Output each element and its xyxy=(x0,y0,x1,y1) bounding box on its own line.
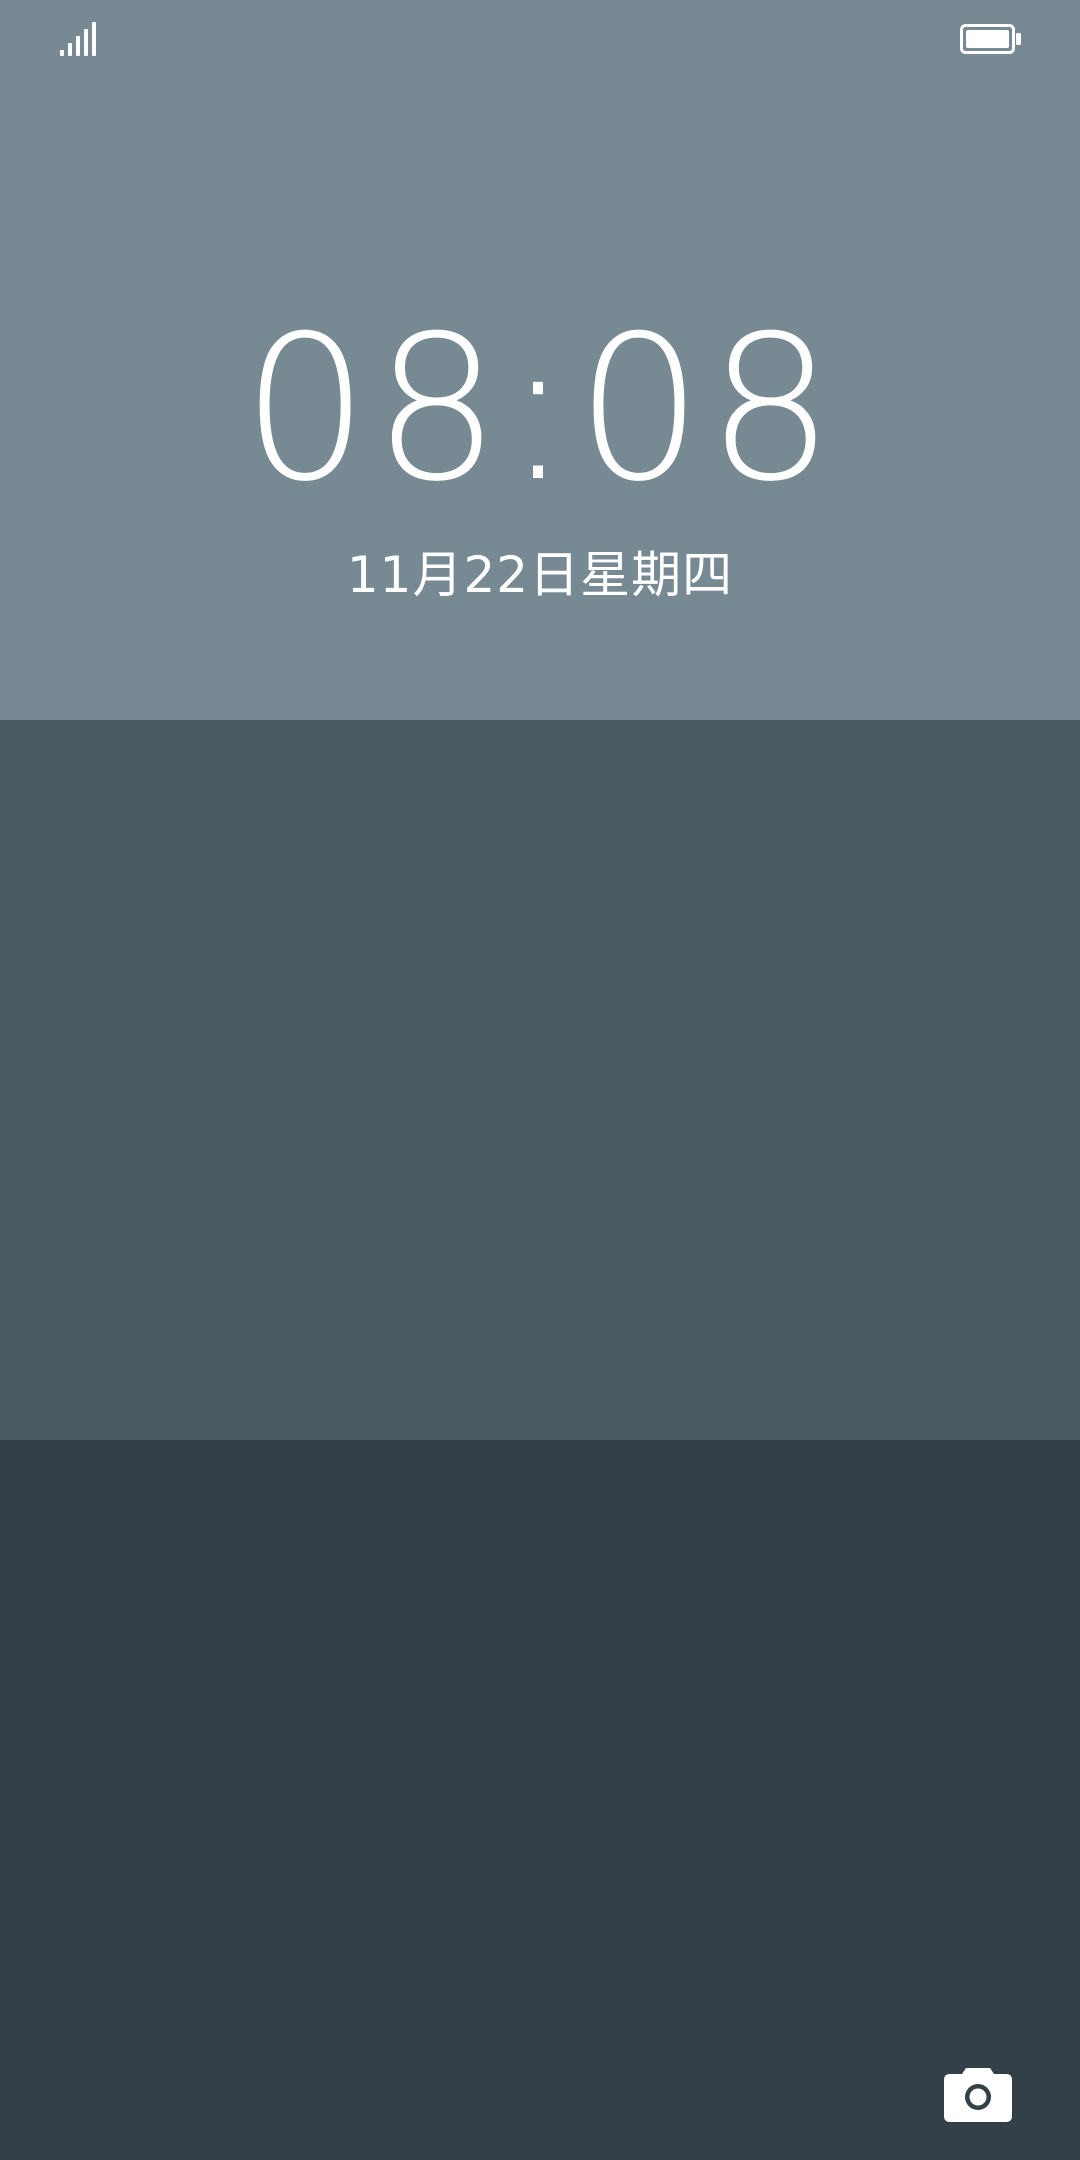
camera-shortcut-button[interactable] xyxy=(942,2064,1014,2124)
battery-full-icon xyxy=(960,24,1022,54)
wallpaper-band-middle xyxy=(0,720,1080,1440)
wallpaper-band-bottom xyxy=(0,1440,1080,2160)
lock-screen-clock: 08:08 xyxy=(241,293,839,526)
signal-strength-icon xyxy=(60,22,98,56)
camera-icon xyxy=(944,2068,1012,2122)
status-bar xyxy=(0,0,1080,80)
lock-screen-date: 11月22日星期四 xyxy=(346,546,734,604)
lock-screen[interactable]: 08:08 11月22日星期四 xyxy=(0,0,1080,2160)
